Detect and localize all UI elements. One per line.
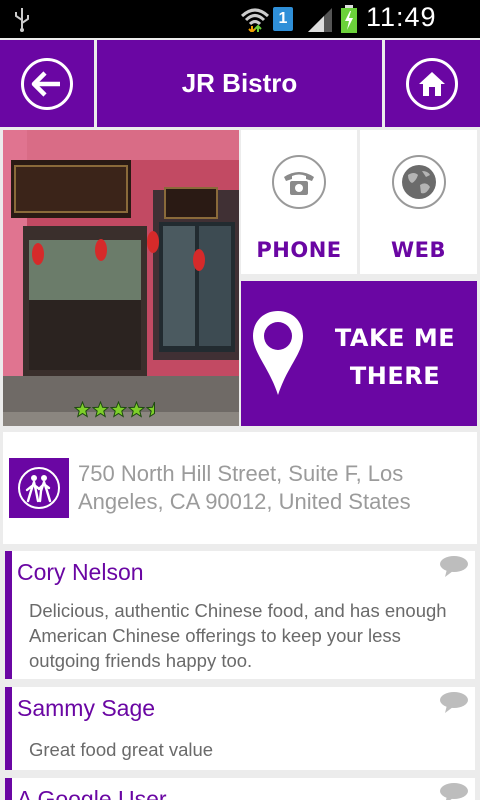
rating-stars [74,401,163,418]
web-button[interactable]: WEB [360,130,477,274]
phone-label: PHONE [256,238,342,262]
map-pin-icon [253,311,303,395]
comment-icon [440,556,468,577]
address-text: 750 North Hill Street, Suite F, Los Ange… [78,461,411,514]
walking-icon [9,458,69,518]
sim-icon: 1 [273,7,293,31]
page-title: JR Bistro [181,68,298,98]
signal-icon [308,8,332,32]
review-author: A Google User [17,786,167,800]
review-text: Great food great value [29,739,214,760]
arrow-left-icon [21,58,73,110]
globe-icon [391,155,446,209]
home-icon [406,58,458,110]
app-header: JR Bistro [0,38,480,130]
review-card: Sammy Sage Great food great value [5,687,475,770]
usb-icon [15,8,29,32]
review-author: Cory Nelson [17,559,144,585]
phone-icon [272,155,326,209]
home-button[interactable] [385,40,480,127]
title-bar: JR Bistro [97,40,382,127]
review-text: Delicious, authentic Chinese food, and h… [29,600,447,671]
review-author: Sammy Sage [17,695,156,721]
web-label: WEB [390,238,446,262]
phone-button[interactable]: PHONE [241,130,357,274]
back-button[interactable] [0,40,94,127]
star-icon [74,401,91,418]
review-card: Cory Nelson Delicious, authentic Chinese… [5,551,475,679]
star-icon [92,401,109,418]
star-icon [128,401,145,418]
battery-charging-icon [341,5,357,33]
comment-icon [440,692,468,713]
half-star-icon [146,401,155,418]
comment-icon [440,783,468,800]
star-icon [110,401,127,418]
review-card: A Google User [5,778,475,800]
restaurant-photo [3,130,239,426]
navigate-label: TAKE ME THERE [334,324,456,390]
wifi-icon [240,8,270,32]
navigate-button[interactable]: TAKE ME THERE [241,281,477,426]
status-bar: 1 11:49 AM [0,0,480,63]
address-card[interactable]: 750 North Hill Street, Suite F, Los Ange… [3,432,477,544]
